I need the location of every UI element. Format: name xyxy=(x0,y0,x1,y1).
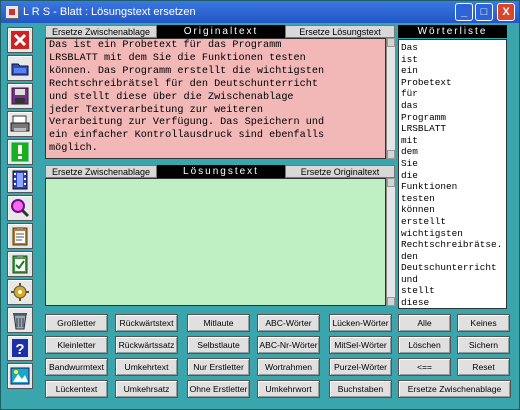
alle-button[interactable]: Alle xyxy=(398,314,451,332)
reset-button[interactable]: Reset xyxy=(457,358,510,376)
list-item[interactable]: die xyxy=(401,170,504,182)
scroll-down-arrow-icon[interactable] xyxy=(387,297,395,306)
list-item[interactable]: mit xyxy=(401,135,504,147)
solution-text-area[interactable] xyxy=(45,178,386,306)
bandwurmtext-button[interactable]: Bandwurmtext xyxy=(45,358,108,376)
abc-woerter-button[interactable]: ABC-Wörter xyxy=(257,314,320,332)
recycle-bin-icon[interactable] xyxy=(7,307,33,333)
close-icon[interactable] xyxy=(7,27,33,53)
list-item[interactable]: und xyxy=(401,274,504,286)
selbstlaute-button[interactable]: Selbstlaute xyxy=(187,336,250,354)
kleinletter-button[interactable]: Kleinletter xyxy=(45,336,108,354)
ohne-erstletter-button[interactable]: Ohne Erstletter xyxy=(187,380,250,398)
mitlaute-button[interactable]: Mitlaute xyxy=(187,314,250,332)
list-item[interactable]: können xyxy=(401,204,504,216)
mitsel-woerter-button[interactable]: MitSel-Wörter xyxy=(329,336,392,354)
minimize-button[interactable]: _ xyxy=(455,3,473,21)
original-text-area[interactable]: Das ist ein Probetext für das Programm L… xyxy=(45,38,386,159)
list-item[interactable]: für xyxy=(401,88,504,100)
help-icon[interactable]: ? xyxy=(7,335,33,361)
wordlist-title: Wörterliste xyxy=(398,25,507,38)
gear-icon[interactable] xyxy=(7,279,33,305)
purzel-woerter-button[interactable]: Purzel-Wörter xyxy=(329,358,392,376)
exclamation-icon[interactable] xyxy=(7,139,33,165)
list-item[interactable]: dem xyxy=(401,146,504,158)
list-item[interactable]: ein xyxy=(401,65,504,77)
list-item[interactable]: den xyxy=(401,251,504,263)
app-icon xyxy=(5,5,19,19)
loeschen-button[interactable]: Löschen xyxy=(398,336,451,354)
buchstaben-button[interactable]: Buchstaben xyxy=(329,380,392,398)
list-item[interactable]: erstellt xyxy=(401,216,504,228)
original-text-title: Originaltext xyxy=(157,25,285,38)
keines-button[interactable]: Keines xyxy=(457,314,510,332)
list-item[interactable]: wichtigsten xyxy=(401,228,504,240)
abc-nr-woerter-button[interactable]: ABC-Nr-Wörter xyxy=(257,336,320,354)
list-item[interactable]: das xyxy=(401,100,504,112)
list-item[interactable]: diese xyxy=(401,297,504,308)
list-item[interactable]: testen xyxy=(401,193,504,205)
sichern-button[interactable]: Sichern xyxy=(457,336,510,354)
scroll-up-arrow-icon[interactable] xyxy=(387,38,395,47)
list-item[interactable]: Das xyxy=(401,42,504,54)
icon-toolbar: ? xyxy=(7,25,37,405)
close-window-button[interactable]: X xyxy=(497,3,515,21)
rueckwaertssatz-button[interactable]: Rückwärtssatz xyxy=(115,336,178,354)
replace-original-text-button[interactable]: Ersetze Originaltext xyxy=(285,165,395,178)
list-item[interactable]: Programm xyxy=(401,112,504,124)
list-item[interactable]: ist xyxy=(401,54,504,66)
umkehrsatz-button[interactable]: Umkehrsatz xyxy=(115,380,178,398)
svg-text:?: ? xyxy=(15,341,24,358)
back-arrow-button[interactable]: <== xyxy=(398,358,451,376)
scroll-down-arrow-icon[interactable] xyxy=(387,150,395,159)
window-title: L R S - Blatt : Lösungstext ersetzen xyxy=(23,6,196,18)
save-icon[interactable] xyxy=(7,83,33,109)
maximize-button[interactable]: □ xyxy=(475,3,493,21)
replace-clipboard-button-bottom[interactable]: Ersetze Zwischenablage xyxy=(45,165,157,178)
open-folder-icon[interactable] xyxy=(7,55,33,81)
replace-clipboard-bottom-button[interactable]: Ersetze Zwischenablage xyxy=(398,380,511,398)
umkehrwort-button[interactable]: Umkehrwort xyxy=(257,380,320,398)
nur-erstletter-button[interactable]: Nur Erstletter xyxy=(187,358,250,376)
print-icon[interactable] xyxy=(7,111,33,137)
replace-clipboard-button-top[interactable]: Ersetze Zwischenablage xyxy=(45,25,157,38)
solution-text-title: Lösungstext xyxy=(157,165,285,178)
film-icon[interactable] xyxy=(7,167,33,193)
grossletter-button[interactable]: Großletter xyxy=(45,314,108,332)
title-bar: L R S - Blatt : Lösungstext ersetzen _ □… xyxy=(1,1,519,23)
original-scrollbar[interactable] xyxy=(386,38,395,159)
list-item[interactable]: Deutschunterricht xyxy=(401,262,504,274)
info-icon[interactable] xyxy=(7,363,33,389)
list-item[interactable]: stellt xyxy=(401,285,504,297)
solution-scrollbar[interactable] xyxy=(386,178,395,306)
replace-solution-text-button[interactable]: Ersetze Lösungstext xyxy=(285,25,395,38)
list-item[interactable]: Probetext xyxy=(401,77,504,89)
list-item[interactable]: Funktionen xyxy=(401,181,504,193)
wordlist[interactable]: Das ist ein Probetext für das Programm L… xyxy=(398,39,507,309)
clipboard-check-icon[interactable] xyxy=(7,251,33,277)
rueckwaertstext-button[interactable]: Rückwärtstext xyxy=(115,314,178,332)
clipboard-icon[interactable] xyxy=(7,223,33,249)
list-item[interactable]: LRSBLATT xyxy=(401,123,504,135)
magnifier-icon[interactable] xyxy=(7,195,33,221)
lueckentext-button[interactable]: Lückentext xyxy=(45,380,108,398)
list-item[interactable]: Rechtschreibrätse. xyxy=(401,239,504,251)
luecken-woerter-button[interactable]: Lücken-Wörter xyxy=(329,314,392,332)
scroll-up-arrow-icon[interactable] xyxy=(387,178,395,187)
wortrahmen-button[interactable]: Wortrahmen xyxy=(257,358,320,376)
app-window: L R S - Blatt : Lösungstext ersetzen _ □… xyxy=(0,0,520,410)
umkehrtext-button[interactable]: Umkehrtext xyxy=(115,358,178,376)
list-item[interactable]: Sie xyxy=(401,158,504,170)
